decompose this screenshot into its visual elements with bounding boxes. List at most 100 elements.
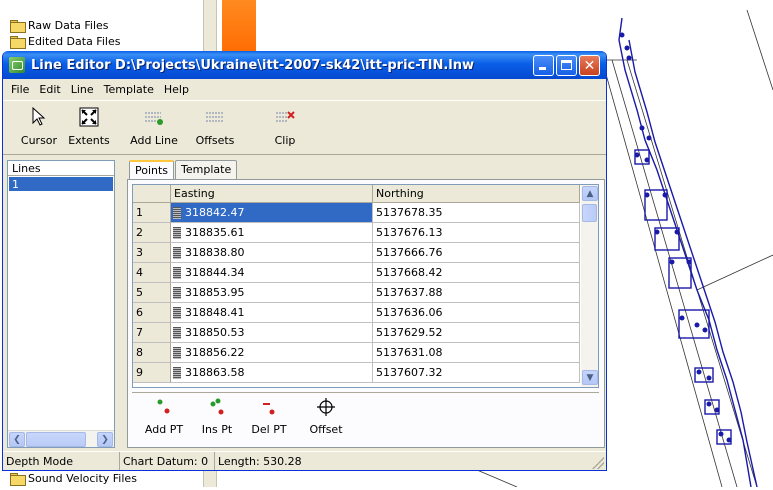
tab-points[interactable]: Points bbox=[129, 160, 175, 181]
row-number[interactable]: 3 bbox=[133, 243, 171, 263]
tab-template[interactable]: Template bbox=[175, 160, 238, 180]
easting-cell[interactable]: 318856.22 bbox=[171, 343, 373, 363]
resize-grip[interactable] bbox=[592, 457, 604, 469]
grid-body: 1 318842.47 5137678.35 2 318835.61 5137676.13… bbox=[133, 203, 580, 383]
northing-cell[interactable]: 5137607.32 bbox=[373, 363, 580, 383]
scroll-down-icon[interactable]: ▼ bbox=[582, 370, 598, 385]
maximize-button[interactable] bbox=[556, 55, 577, 76]
status-mode: Depth Mode bbox=[3, 452, 120, 470]
lines-list[interactable]: Lines 1 ❮ ❯ bbox=[7, 160, 115, 448]
menu-edit[interactable]: Edit bbox=[35, 83, 64, 96]
scroll-thumb[interactable] bbox=[582, 204, 597, 222]
folder-icon bbox=[10, 35, 26, 49]
menu-file[interactable]: File bbox=[7, 83, 33, 96]
row-marker-icon bbox=[173, 207, 181, 219]
column-header-northing[interactable]: Northing bbox=[373, 185, 580, 203]
lines-header: Lines bbox=[8, 161, 114, 176]
easting-value: 318842.47 bbox=[185, 206, 245, 219]
northing-cell[interactable]: 5137631.08 bbox=[373, 343, 580, 363]
table-row[interactable]: 8 318856.22 5137631.08 bbox=[133, 343, 580, 363]
northing-cell[interactable]: 5137668.42 bbox=[373, 263, 580, 283]
northing-cell[interactable]: 5137629.52 bbox=[373, 323, 580, 343]
title-bar[interactable]: Line Editor D:\Projects\Ukraine\itt-2007… bbox=[3, 51, 606, 79]
row-number[interactable]: 5 bbox=[133, 283, 171, 303]
easting-value: 318844.34 bbox=[185, 266, 245, 279]
delete-point-icon bbox=[257, 396, 281, 420]
insert-point-icon bbox=[205, 396, 229, 420]
lines-horizontal-scrollbar[interactable]: ❮ ❯ bbox=[8, 430, 114, 447]
table-row[interactable]: 4 318844.34 5137668.42 bbox=[133, 263, 580, 283]
northing-cell[interactable]: 5137666.76 bbox=[373, 243, 580, 263]
row-marker-icon bbox=[173, 227, 181, 239]
table-row[interactable]: 9 318863.58 5137607.32 bbox=[133, 363, 580, 383]
close-icon: ✕ bbox=[583, 57, 596, 74]
row-number[interactable]: 2 bbox=[133, 223, 171, 243]
add-line-icon bbox=[142, 105, 166, 129]
row-number[interactable]: 7 bbox=[133, 323, 171, 343]
easting-cell[interactable]: 318850.53 bbox=[171, 323, 373, 343]
table-row[interactable]: 7 318850.53 5137629.52 bbox=[133, 323, 580, 343]
tree-item-raw-data[interactable]: Raw Data Files bbox=[10, 18, 109, 33]
easting-cell[interactable]: 318844.34 bbox=[171, 263, 373, 283]
status-bar: Depth Mode Chart Datum: 0 Length: 530.28 bbox=[3, 451, 606, 470]
easting-cell[interactable]: 318842.47 bbox=[171, 203, 373, 223]
northing-cell[interactable]: 5137676.13 bbox=[373, 223, 580, 243]
scroll-right-icon[interactable]: ❯ bbox=[97, 432, 113, 447]
clip-label: Clip bbox=[274, 134, 296, 147]
extents-button[interactable]: Extents bbox=[59, 105, 119, 147]
easting-value: 318863.58 bbox=[185, 366, 245, 379]
extents-label: Extents bbox=[68, 134, 110, 147]
grid-vertical-scrollbar[interactable]: ▲ ▼ bbox=[581, 185, 598, 387]
northing-cell[interactable]: 5137678.35 bbox=[373, 203, 580, 223]
table-row[interactable]: 3 318838.80 5137666.76 bbox=[133, 243, 580, 263]
offsets-button[interactable]: Offsets bbox=[185, 105, 245, 147]
northing-cell[interactable]: 5137637.88 bbox=[373, 283, 580, 303]
tree-item-edited-data[interactable]: Edited Data Files bbox=[10, 34, 121, 49]
column-header-easting[interactable]: Easting bbox=[171, 185, 373, 203]
close-button[interactable]: ✕ bbox=[579, 55, 600, 76]
menu-line[interactable]: Line bbox=[67, 83, 98, 96]
offset-point-button[interactable]: Offset bbox=[302, 396, 350, 436]
easting-cell[interactable]: 318853.95 bbox=[171, 283, 373, 303]
table-row[interactable]: 1 318842.47 5137678.35 bbox=[133, 203, 580, 223]
easting-value: 318838.80 bbox=[185, 246, 245, 259]
easting-cell[interactable]: 318863.58 bbox=[171, 363, 373, 383]
minimize-button[interactable] bbox=[533, 55, 554, 76]
menu-help[interactable]: Help bbox=[160, 83, 193, 96]
row-number[interactable]: 9 bbox=[133, 363, 171, 383]
tab-strip: Points Template bbox=[129, 160, 238, 181]
status-length: Length: 530.28 bbox=[218, 454, 302, 468]
points-grid[interactable]: Easting Northing 1 318842.47 5137678.35 2 31… bbox=[132, 184, 599, 388]
row-number[interactable]: 4 bbox=[133, 263, 171, 283]
add-line-label: Add Line bbox=[130, 134, 178, 147]
row-number[interactable]: 8 bbox=[133, 343, 171, 363]
table-row[interactable]: 6 318848.41 5137636.06 bbox=[133, 303, 580, 323]
insert-point-label: Ins Pt bbox=[201, 423, 233, 436]
menu-template[interactable]: Template bbox=[100, 83, 158, 96]
northing-cell[interactable]: 5137636.06 bbox=[373, 303, 580, 323]
row-number[interactable]: 1 bbox=[133, 203, 171, 223]
easting-cell[interactable]: 318848.41 bbox=[171, 303, 373, 323]
window-controls: ✕ bbox=[533, 55, 600, 76]
row-marker-icon bbox=[173, 367, 181, 379]
scroll-thumb[interactable] bbox=[26, 432, 86, 447]
scroll-up-icon[interactable]: ▲ bbox=[582, 186, 598, 201]
tree-item-label: Raw Data Files bbox=[28, 18, 109, 32]
scroll-left-icon[interactable]: ❮ bbox=[9, 432, 25, 447]
clip-button[interactable]: Clip bbox=[255, 105, 315, 147]
easting-cell[interactable]: 318835.61 bbox=[171, 223, 373, 243]
table-row[interactable]: 2 318835.61 5137676.13 bbox=[133, 223, 580, 243]
tree-item-label: Edited Data Files bbox=[28, 34, 121, 48]
easting-value: 318856.22 bbox=[185, 346, 245, 359]
row-number[interactable]: 6 bbox=[133, 303, 171, 323]
tree-item-sound-velocity[interactable]: Sound Velocity Files bbox=[10, 471, 137, 486]
add-point-label: Add PT bbox=[144, 423, 184, 436]
add-point-button[interactable]: Add PT bbox=[140, 396, 188, 436]
easting-cell[interactable]: 318838.80 bbox=[171, 243, 373, 263]
row-marker-icon bbox=[173, 347, 181, 359]
lines-list-item[interactable]: 1 bbox=[9, 177, 113, 191]
table-row[interactable]: 5 318853.95 5137637.88 bbox=[133, 283, 580, 303]
delete-point-button[interactable]: Del PT bbox=[245, 396, 293, 436]
insert-point-button[interactable]: Ins Pt bbox=[193, 396, 241, 436]
add-line-button[interactable]: Add Line bbox=[124, 105, 184, 147]
